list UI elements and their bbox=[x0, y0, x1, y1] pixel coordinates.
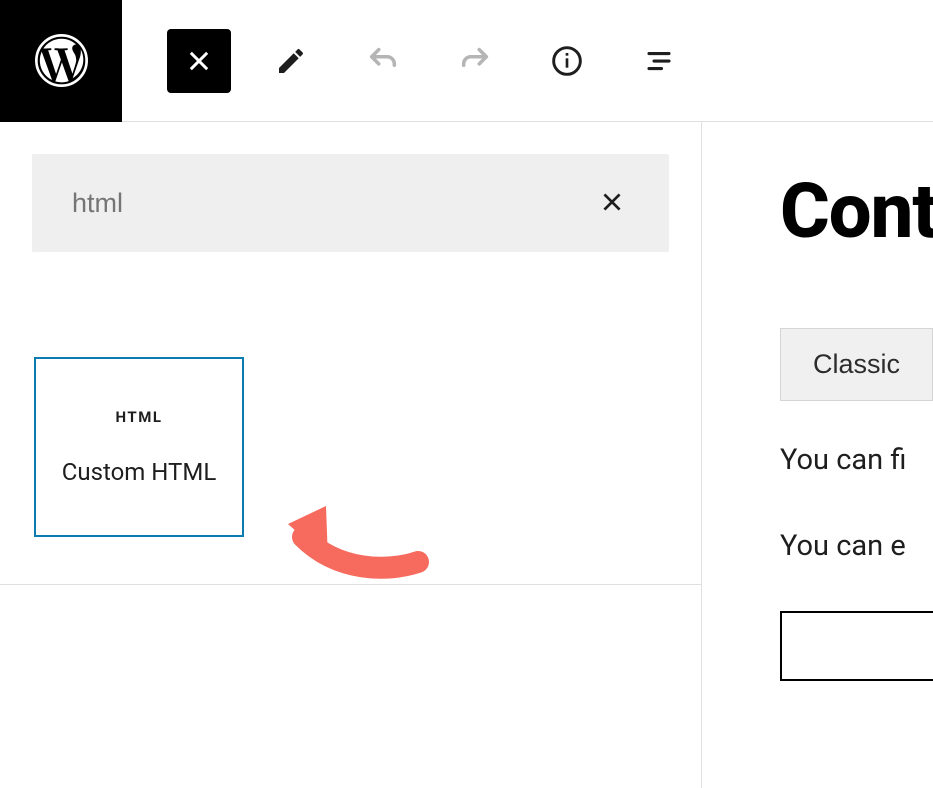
outline-icon bbox=[644, 46, 674, 76]
pencil-icon bbox=[275, 45, 307, 77]
wordpress-logo-box[interactable] bbox=[0, 0, 122, 122]
content-panel: Cont Classic You can fi You can e bbox=[702, 122, 933, 788]
info-button[interactable] bbox=[535, 29, 599, 93]
clear-search-button[interactable] bbox=[595, 185, 629, 222]
divider bbox=[0, 584, 701, 585]
edit-button[interactable] bbox=[259, 29, 323, 93]
block-title: Custom HTML bbox=[62, 458, 217, 486]
classic-button[interactable]: Classic bbox=[780, 328, 933, 401]
content-text-2: You can e bbox=[780, 529, 933, 563]
block-search-input[interactable] bbox=[72, 188, 595, 219]
close-inserter-button[interactable] bbox=[167, 29, 231, 93]
redo-icon bbox=[458, 44, 492, 78]
close-icon bbox=[185, 47, 213, 75]
search-wrap bbox=[0, 122, 701, 252]
info-icon bbox=[551, 45, 583, 77]
undo-icon bbox=[366, 44, 400, 78]
block-results: HTML Custom HTML bbox=[0, 252, 701, 537]
content-input-box[interactable] bbox=[780, 611, 933, 681]
close-icon bbox=[599, 189, 625, 215]
outline-button[interactable] bbox=[627, 29, 691, 93]
editor-topbar bbox=[0, 0, 933, 122]
content-text-1: You can fi bbox=[780, 443, 933, 477]
html-icon: HTML bbox=[116, 408, 163, 426]
undo-button[interactable] bbox=[351, 29, 415, 93]
block-search-bar bbox=[32, 154, 669, 252]
editor-toolbar bbox=[167, 29, 691, 93]
wordpress-icon bbox=[34, 33, 89, 88]
redo-button[interactable] bbox=[443, 29, 507, 93]
page-title: Cont bbox=[780, 166, 933, 256]
main-area: HTML Custom HTML Cont Classic You can fi… bbox=[0, 122, 933, 788]
block-inserter-panel: HTML Custom HTML bbox=[0, 122, 702, 788]
block-custom-html[interactable]: HTML Custom HTML bbox=[34, 357, 244, 537]
